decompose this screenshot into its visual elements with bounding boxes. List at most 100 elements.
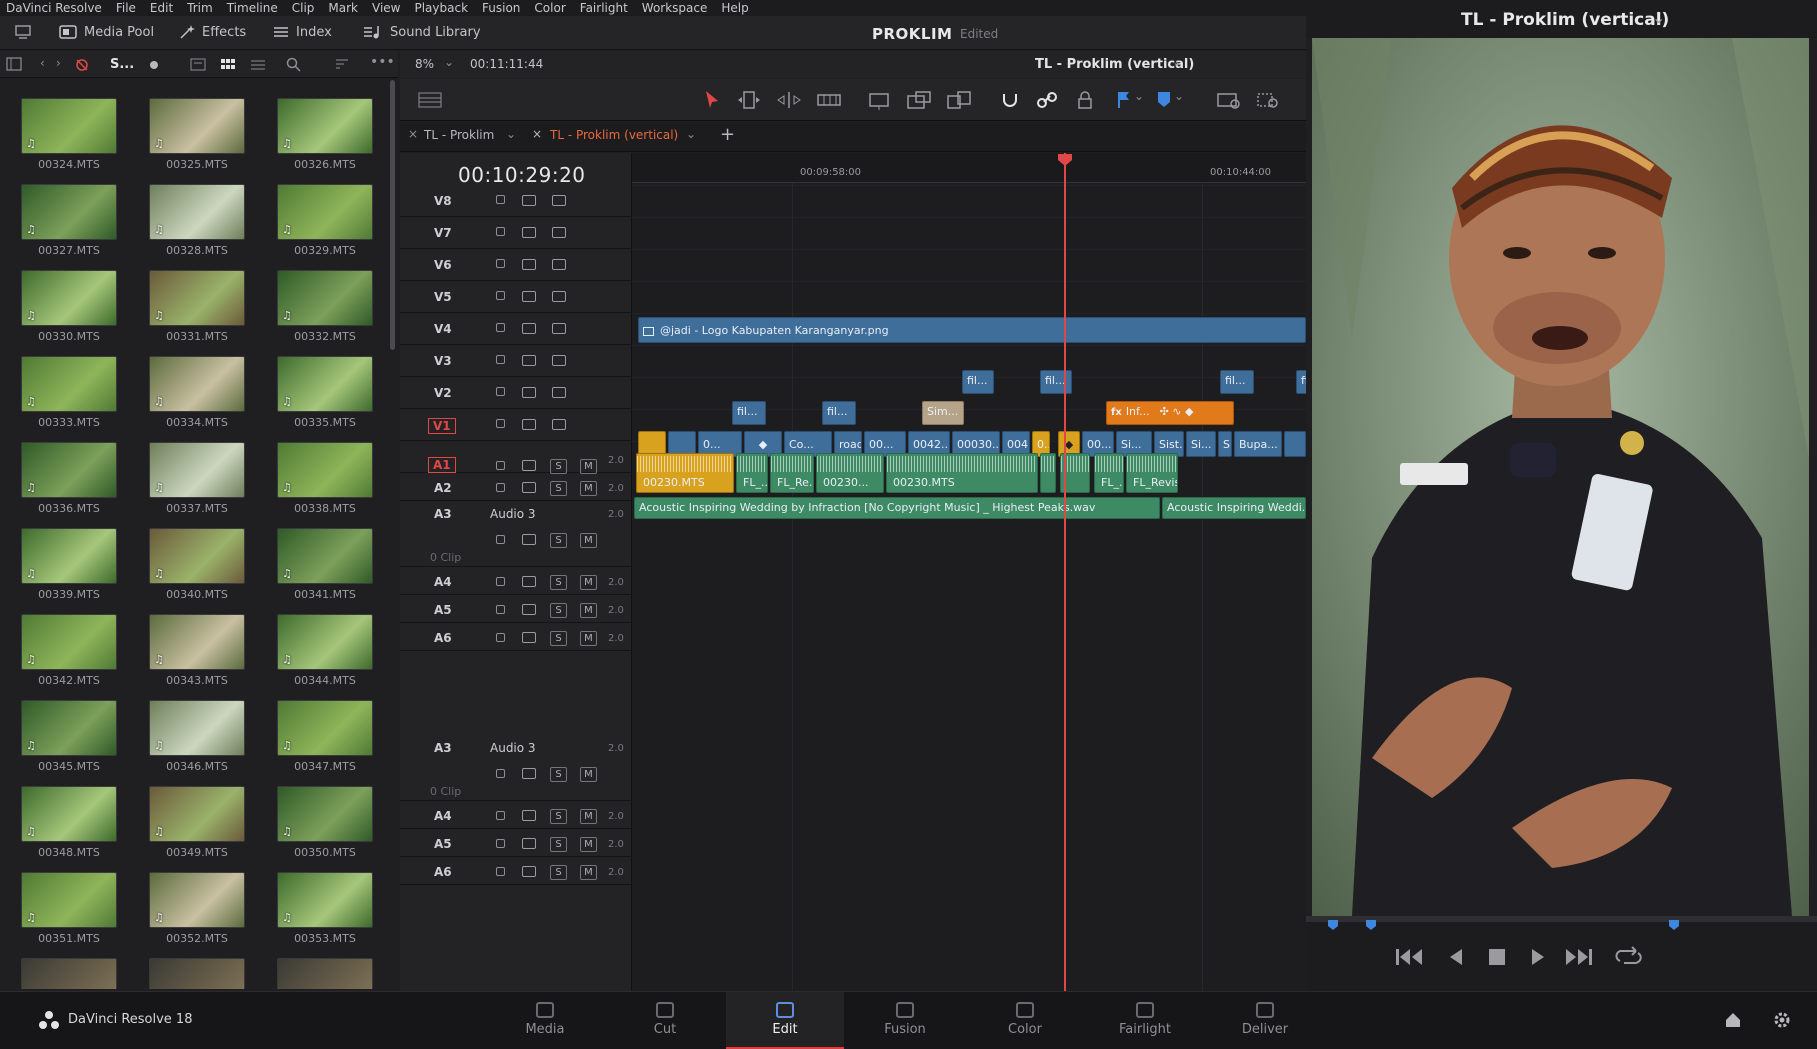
track-lock-icon[interactable] (496, 577, 505, 586)
menu-item-fairlight[interactable]: Fairlight (574, 1, 636, 15)
auto-select-icon[interactable] (522, 291, 536, 302)
zoom-level[interactable]: 8% (415, 57, 434, 71)
audio-track-header[interactable]: A4 S M 2.0 (400, 567, 632, 595)
mute-button[interactable]: M (580, 631, 597, 646)
track-visibility-icon[interactable] (552, 323, 566, 334)
overwrite-clip-icon[interactable] (906, 90, 932, 110)
solo-button[interactable]: S (550, 575, 567, 590)
snapping-icon[interactable] (1000, 90, 1020, 110)
sort-icon[interactable] (334, 57, 352, 73)
auto-select-icon[interactable] (522, 810, 536, 821)
video-clip[interactable]: fil... (822, 401, 856, 425)
auto-select-icon[interactable] (522, 387, 536, 398)
track-lock-icon[interactable] (496, 483, 505, 492)
video-clip[interactable]: fil... (1040, 370, 1072, 394)
list-view-icon[interactable] (250, 58, 266, 71)
thumbnail-view-icon[interactable] (220, 58, 236, 71)
page-fusion-button[interactable]: Fusion (846, 992, 964, 1049)
unlink-icon[interactable] (74, 57, 90, 73)
video-track-header[interactable]: V5 (400, 281, 632, 313)
close-tab-2-icon[interactable]: × (532, 127, 542, 141)
audio-clip[interactable]: 00230.MTS (636, 453, 734, 493)
playhead[interactable] (1064, 153, 1066, 991)
audio-clip[interactable]: 00230... (816, 453, 884, 493)
mute-button[interactable]: M (580, 865, 597, 880)
solo-button[interactable]: S (550, 631, 567, 646)
media-clip-thumbnail[interactable]: ♫ (21, 700, 117, 756)
mute-button[interactable]: M (580, 575, 597, 590)
scrubber-marker-2-icon[interactable] (1365, 919, 1377, 931)
viewer-video-frame[interactable] (1312, 38, 1809, 916)
menu-item-edit[interactable]: Edit (144, 1, 181, 15)
media-clip-thumbnail[interactable]: ♫ (149, 98, 245, 154)
trim-tool-icon[interactable] (736, 90, 762, 110)
audio-clip[interactable]: FL_... (1094, 453, 1124, 493)
video-clip[interactable]: fil... (1220, 370, 1254, 394)
tab-2-dropdown-icon[interactable]: ⌄ (686, 127, 696, 141)
audio-clip[interactable]: FL_Revisi ... (1126, 453, 1178, 493)
audio-track-header[interactable]: A6 S M 2.0 (400, 857, 632, 885)
audio-clip[interactable]: FL_Re... (770, 453, 814, 493)
video-clip[interactable]: fil... (732, 401, 766, 425)
position-lock-icon[interactable] (1076, 90, 1094, 110)
timeline-tracks[interactable]: 00:09:58:00 00:10:44:00 @jadi - Logo Kab… (632, 153, 1306, 991)
timeline-ruler[interactable]: 00:09:58:00 00:10:44:00 (632, 153, 1306, 183)
page-edit-button[interactable]: Edit (726, 992, 844, 1049)
track-visibility-icon[interactable] (552, 355, 566, 366)
solo-button[interactable]: S (550, 459, 567, 474)
loop-icon[interactable] (1614, 946, 1644, 968)
dynamic-trim-icon[interactable] (776, 90, 802, 110)
media-clip-thumbnail[interactable]: ♫ (149, 442, 245, 498)
audio-track-header[interactable]: A5 S M 2.0 (400, 829, 632, 857)
menu-item-clip[interactable]: Clip (286, 1, 323, 15)
audio-track-header[interactable]: A4 S M 2.0 (400, 801, 632, 829)
marker-icon[interactable] (1156, 90, 1172, 110)
auto-select-icon[interactable] (522, 419, 536, 430)
auto-select-icon[interactable] (522, 227, 536, 238)
mute-button[interactable]: M (580, 481, 597, 496)
insert-clip-icon[interactable] (866, 90, 892, 110)
auto-select-icon[interactable] (522, 323, 536, 334)
audio-clip[interactable]: FL_... (736, 453, 768, 493)
flag-icon[interactable] (1116, 90, 1132, 110)
media-clip-thumbnail[interactable]: ♫ (277, 700, 373, 756)
media-clip-thumbnail[interactable]: ♫ (277, 356, 373, 412)
solo-button[interactable]: S (550, 603, 567, 618)
media-clip-thumbnail[interactable]: ♫ (149, 700, 245, 756)
auto-select-icon[interactable] (522, 460, 536, 471)
track-lock-icon[interactable] (496, 355, 505, 364)
blade-tool-icon[interactable] (816, 90, 842, 110)
media-clip-thumbnail[interactable]: ♫ (149, 356, 245, 412)
media-pool-button[interactable]: Media Pool (58, 24, 154, 40)
track-visibility-icon[interactable] (552, 419, 566, 430)
viewer-scrubber[interactable] (1306, 916, 1817, 922)
auto-select-icon[interactable] (522, 576, 536, 587)
menu-item-trim[interactable]: Trim (181, 1, 221, 15)
track-lock-icon[interactable] (496, 323, 505, 332)
index-button[interactable]: Index (272, 24, 332, 40)
menu-item-file[interactable]: File (110, 1, 144, 15)
auto-select-icon[interactable] (522, 866, 536, 877)
back-icon[interactable]: ‹ (40, 56, 45, 70)
track-lock-icon[interactable] (496, 769, 505, 778)
viewer-title-top[interactable]: TL - Proklim (vertical) (1035, 57, 1194, 72)
video-track-header[interactable]: V6 (400, 249, 632, 281)
page-fairlight-button[interactable]: Fairlight (1086, 992, 1204, 1049)
media-clip-thumbnail[interactable]: ♫ (277, 614, 373, 670)
menu-item-view[interactable]: View (366, 1, 408, 15)
stop-icon[interactable] (1486, 946, 1508, 968)
auto-select-icon[interactable] (522, 768, 536, 779)
effects-button[interactable]: Effects (178, 24, 246, 40)
mute-button[interactable]: M (580, 603, 597, 618)
timeline-view-options-icon[interactable] (418, 91, 442, 109)
track-visibility-icon[interactable] (552, 259, 566, 270)
media-clip-thumbnail[interactable]: ♫ (149, 528, 245, 584)
menu-item-fusion[interactable]: Fusion (476, 1, 528, 15)
track-lock-icon[interactable] (496, 291, 505, 300)
track-lock-icon[interactable] (496, 605, 505, 614)
auto-select-icon[interactable] (522, 604, 536, 615)
media-clip-thumbnail[interactable] (149, 958, 245, 989)
video-track-header[interactable]: V8 (400, 185, 632, 217)
media-clip-thumbnail[interactable]: ♫ (21, 786, 117, 842)
audio-track-title[interactable]: Audio 3 (490, 507, 536, 521)
